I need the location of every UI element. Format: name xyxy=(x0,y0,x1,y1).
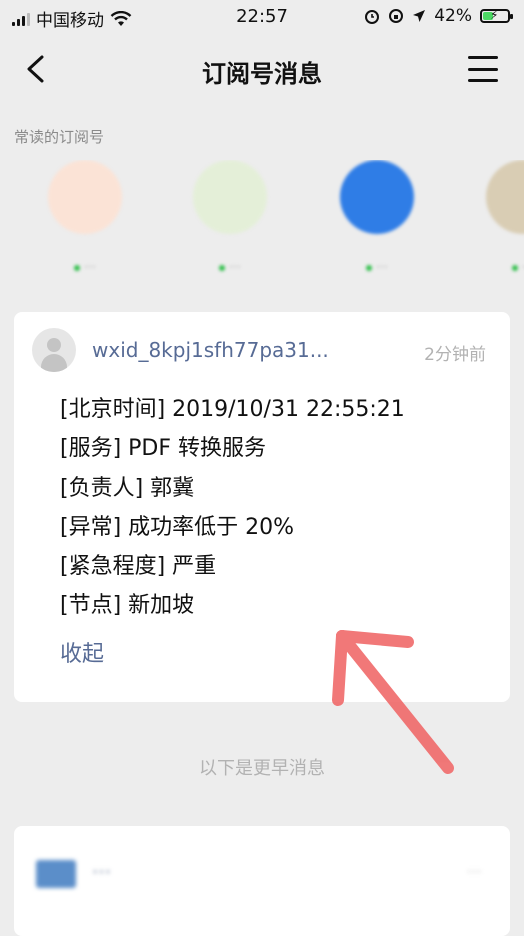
message-line: [异常] 成功率低于 20% xyxy=(60,514,295,540)
message-header: wxid_8kpj1sfh77pa31... 2分钟前 xyxy=(32,328,486,372)
status-bar: 中国移动 22:57 42% ⚡ xyxy=(0,0,524,34)
message-line: [北京时间] 2019/10/31 22:55:21 xyxy=(60,397,405,422)
earlier-message-card[interactable]: ··· ··· xyxy=(14,826,510,936)
message-body: [北京时间] 2019/10/31 22:55:21 [服务] PDF 转换服务… xyxy=(60,390,490,626)
frequent-subscription-item[interactable]: ··· xyxy=(30,160,140,274)
message-time: 2分钟前 xyxy=(424,345,486,365)
avatar[interactable] xyxy=(32,328,76,372)
frequent-subscription-item[interactable]: ··· xyxy=(322,160,432,274)
subscription-avatar xyxy=(486,160,524,234)
message-line: [节点] 新加坡 xyxy=(60,593,195,619)
subscription-avatar xyxy=(340,160,414,234)
subscription-name: ··· xyxy=(376,260,388,274)
subscription-avatar xyxy=(193,160,267,234)
alarm-icon xyxy=(365,10,380,24)
battery-percent: 42% xyxy=(434,6,472,26)
page-title: 订阅号消息 xyxy=(202,60,322,88)
battery-icon: ⚡ xyxy=(480,8,513,23)
earlier-messages-divider: 以下是更早消息 xyxy=(199,758,325,779)
message-card[interactable]: wxid_8kpj1sfh77pa31... 2分钟前 [北京时间] 2019/… xyxy=(14,312,510,702)
subscription-avatar xyxy=(48,160,122,234)
status-right: 42% ⚡ xyxy=(364,6,513,26)
subscription-logo-icon xyxy=(36,860,76,888)
rotation-lock-icon xyxy=(389,9,404,23)
subscription-name: ··· xyxy=(84,260,96,274)
message-line: [服务] PDF 转换服务 xyxy=(60,436,267,462)
collapse-link[interactable]: 收起 xyxy=(60,636,104,668)
message-line: [紧急程度] 严重 xyxy=(60,554,217,580)
earlier-message-time: ··· xyxy=(466,862,482,881)
sender-name[interactable]: wxid_8kpj1sfh77pa31... xyxy=(92,338,329,362)
message-line: [负责人] 郭冀 xyxy=(60,475,195,501)
frequent-subscriptions-row: ··· ··· ··· ··· xyxy=(0,160,524,290)
earlier-sender-name: ··· xyxy=(92,860,112,884)
location-icon xyxy=(413,10,426,22)
charging-icon: ⚡ xyxy=(490,8,499,22)
subscription-name: ··· xyxy=(229,260,241,274)
frequent-subscription-item[interactable]: ··· xyxy=(175,160,285,274)
frequent-subscription-item[interactable]: ··· xyxy=(468,160,524,274)
nav-bar: 订阅号消息 xyxy=(0,40,524,98)
menu-icon[interactable] xyxy=(468,56,498,82)
frequent-subscriptions-label: 常读的订阅号 xyxy=(14,128,105,146)
